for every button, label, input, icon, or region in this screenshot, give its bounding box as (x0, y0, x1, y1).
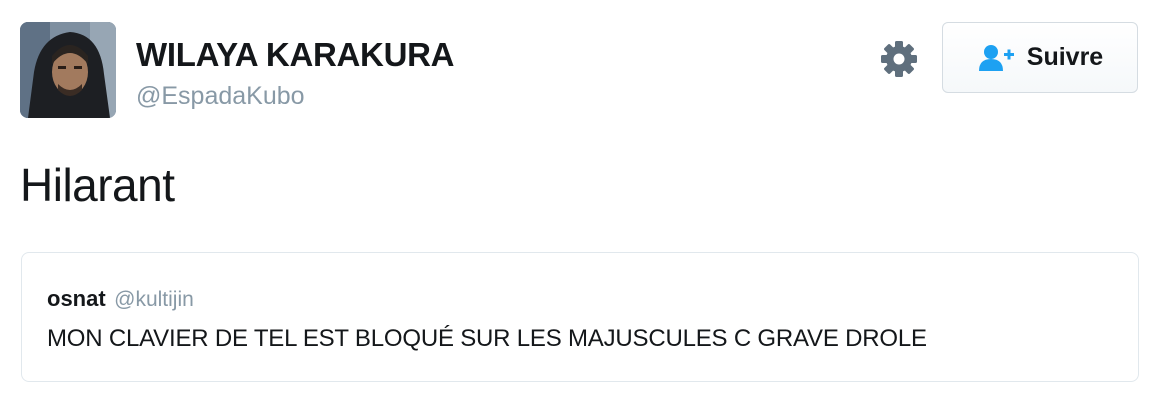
follow-button[interactable]: Suivre (942, 22, 1138, 93)
quoted-tweet-author-handle[interactable]: @kultijin (114, 288, 194, 311)
quoted-tweet[interactable]: osnat @kultijin MON CLAVIER DE TEL EST B… (21, 252, 1139, 382)
author-display-name[interactable]: WILAYA KARAKURA (136, 36, 454, 74)
author-avatar[interactable] (20, 22, 116, 118)
quoted-tweet-text: MON CLAVIER DE TEL EST BLOQUÉ SUR LES MA… (47, 325, 927, 352)
follow-button-label: Suivre (1026, 43, 1104, 71)
author-handle[interactable]: @EspadaKubo (136, 82, 305, 111)
gear-icon[interactable] (878, 38, 920, 80)
quoted-tweet-author-name[interactable]: osnat (47, 286, 106, 311)
add-user-icon (978, 44, 1014, 71)
avatar-photo (20, 22, 116, 118)
tweet-card: WILAYA KARAKURA @EspadaKubo Suivre Hilar… (0, 0, 1156, 402)
tweet-text: Hilarant (20, 159, 175, 211)
quoted-tweet-header: osnat @kultijin (47, 286, 194, 312)
